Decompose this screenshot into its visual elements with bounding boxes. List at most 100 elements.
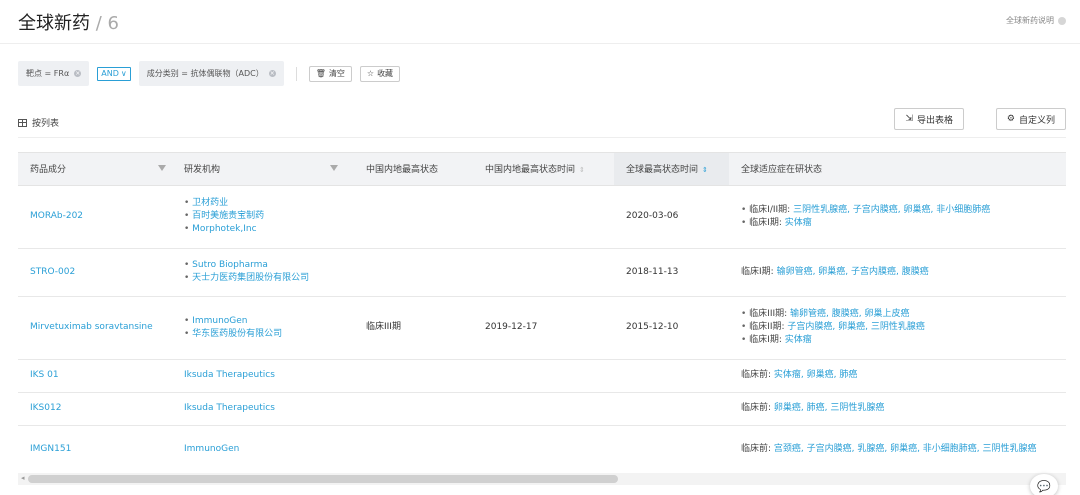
- sort-icon[interactable]: ⇕: [702, 166, 708, 174]
- cn-status-cell: [354, 425, 473, 474]
- star-icon: ☆: [366, 69, 375, 78]
- clear-button[interactable]: 🗑 清空: [308, 65, 352, 82]
- drug-link[interactable]: IKS012: [18, 392, 172, 426]
- remove-filter-icon[interactable]: ×: [268, 70, 276, 77]
- logic-select[interactable]: AND ∨: [97, 66, 131, 81]
- table-row: MORAb-202 卫材药业 百时美施贵宝制药 Morphotek,Inc 20…: [18, 185, 1066, 249]
- drug-link[interactable]: STRO-002: [18, 248, 172, 297]
- cn-date-cell: [473, 392, 614, 426]
- org-link[interactable]: 天士力医药集团股份有限公司: [184, 272, 342, 285]
- stage-label: 临床前:: [741, 403, 772, 413]
- cn-status-cell: [354, 392, 473, 426]
- indication-link[interactable]: 输卵管癌, 腹膜癌, 卵巢上皮癌: [790, 309, 909, 319]
- stage-label: 临床I/II期:: [749, 204, 791, 215]
- scroll-left-icon[interactable]: ◂: [21, 474, 25, 482]
- indication-link[interactable]: 卵巢癌, 肺癌, 三阴性乳腺癌: [774, 403, 884, 413]
- column-header-org[interactable]: 研发机构: [172, 153, 354, 186]
- global-date-cell: [614, 392, 729, 426]
- indication-link[interactable]: 实体瘤, 卵巢癌, 肺癌: [774, 370, 857, 380]
- save-button[interactable]: ☆ 收藏: [359, 65, 401, 82]
- help-link[interactable]: 全球新药说明: [1006, 15, 1066, 26]
- sort-icon[interactable]: ⇕: [579, 166, 585, 174]
- export-label: 导出表格: [916, 115, 953, 126]
- save-label: 收藏: [377, 69, 394, 78]
- help-icon: [1058, 16, 1066, 25]
- filter-icon[interactable]: [158, 165, 166, 171]
- column-header-drug[interactable]: 药品成分: [18, 153, 172, 186]
- cn-date-cell: [473, 425, 614, 474]
- title-separator: /: [95, 13, 102, 34]
- drug-link[interactable]: Mirvetuximab soravtansine: [18, 296, 172, 360]
- indication-link[interactable]: 子宫内膜癌, 卵巢癌, 三阴性乳腺癌: [787, 322, 924, 332]
- cn-date-cell: 2019-12-17: [473, 296, 614, 360]
- export-button[interactable]: ⇲ 导出表格: [894, 108, 964, 130]
- logic-label: AND: [101, 69, 119, 78]
- org-link[interactable]: 华东医药股份有限公司: [184, 328, 342, 341]
- export-icon: ⇲: [905, 114, 913, 124]
- org-cell: Sutro Biopharma 天士力医药集团股份有限公司: [172, 248, 354, 297]
- custom-columns-label: 自定义列: [1018, 115, 1055, 126]
- table-row: IKS012 Iksuda Therapeutics 临床前: 卵巢癌, 肺癌,…: [18, 392, 1066, 426]
- cn-status-cell: [354, 185, 473, 249]
- chat-button[interactable]: 💬: [1030, 474, 1058, 495]
- indication-link[interactable]: 实体瘤: [785, 335, 812, 345]
- filter-chip-label: 靶点 = FRα: [26, 69, 70, 78]
- clear-label: 清空: [328, 69, 345, 78]
- indication-link[interactable]: 输卵管癌, 卵巢癌, 子宫内膜癌, 腹膜癌: [777, 267, 929, 277]
- gear-icon: ⚙: [1006, 114, 1015, 124]
- table-row: STRO-002 Sutro Biopharma 天士力医药集团股份有限公司 2…: [18, 248, 1066, 297]
- chevron-down-icon: ∨: [120, 69, 127, 78]
- remove-filter-icon[interactable]: ×: [74, 70, 82, 77]
- column-label: 研发机构: [184, 165, 221, 176]
- org-link[interactable]: ImmunoGen: [172, 425, 354, 474]
- stage-label: 临床III期:: [749, 309, 788, 319]
- custom-columns-button[interactable]: ⚙ 自定义列: [995, 108, 1066, 130]
- chat-icon: 💬: [1037, 479, 1051, 493]
- drug-link[interactable]: MORAb-202: [18, 185, 172, 249]
- column-header-global-date[interactable]: 全球最高状态时间 ⇕: [614, 153, 729, 186]
- results-table: 药品成分 研发机构 中国内地最高状态 中国内地最高状态时间 ⇕ 全球最高状态时间 ⇕…: [18, 152, 1066, 486]
- table-row: IKS 01 Iksuda Therapeutics 临床前: 实体瘤, 卵巢癌…: [18, 359, 1066, 393]
- global-date-cell: 2018-11-13: [614, 248, 729, 297]
- org-link[interactable]: Sutro Biopharma: [184, 259, 342, 272]
- indications-cell: 临床前: 实体瘤, 卵巢癌, 肺癌: [729, 359, 1066, 393]
- table-row: Mirvetuximab soravtansine ImmunoGen 华东医药…: [18, 296, 1066, 360]
- indications-cell: 临床I期: 输卵管癌, 卵巢癌, 子宫内膜癌, 腹膜癌: [729, 248, 1066, 297]
- indication-link[interactable]: 实体瘤: [785, 218, 812, 228]
- org-link[interactable]: ImmunoGen: [184, 315, 342, 328]
- column-label: 全球最高状态时间: [626, 165, 699, 176]
- filter-chip-class[interactable]: 成分类别 = 抗体偶联物（ADC） ×: [138, 61, 284, 86]
- view-toggle[interactable]: 按列表: [18, 116, 59, 129]
- column-header-cn-date[interactable]: 中国内地最高状态时间 ⇕: [473, 153, 614, 186]
- column-label: 中国内地最高状态: [366, 165, 439, 176]
- column-label: 全球适应症在研状态: [741, 165, 823, 176]
- column-header-cn-status[interactable]: 中国内地最高状态: [354, 153, 473, 186]
- stage-label: 临床前:: [741, 370, 772, 380]
- indication-link[interactable]: 三阴性乳腺癌, 子宫内膜癌, 卵巢癌, 非小细胞肺癌: [793, 205, 990, 215]
- org-link[interactable]: 百时美施贵宝制药: [184, 210, 342, 223]
- filter-chip-target[interactable]: 靶点 = FRα ×: [18, 61, 90, 86]
- indications-cell: 临床III期: 输卵管癌, 腹膜癌, 卵巢上皮癌 临床II期: 子宫内膜癌, 卵…: [729, 296, 1066, 360]
- org-link[interactable]: Iksuda Therapeutics: [172, 359, 354, 393]
- filter-bar: 靶点 = FRα × AND ∨ 成分类别 = 抗体偶联物（ADC） × 🗑 清…: [18, 61, 401, 86]
- global-date-cell: [614, 359, 729, 393]
- indication-link[interactable]: 宫颈癌, 子宫内膜癌, 乳腺癌, 卵巢癌, 非小细胞肺癌, 三阴性乳腺癌: [774, 444, 1037, 454]
- scrollbar-thumb[interactable]: [28, 475, 618, 483]
- drug-link[interactable]: IMGN151: [18, 425, 172, 474]
- stage-label: 临床I期:: [741, 266, 774, 277]
- org-link[interactable]: Morphotek,Inc: [184, 223, 342, 236]
- org-link[interactable]: 卫材药业: [184, 197, 342, 210]
- column-label: 药品成分: [30, 165, 67, 176]
- cn-date-cell: [473, 359, 614, 393]
- indications-cell: 临床I/II期: 三阴性乳腺癌, 子宫内膜癌, 卵巢癌, 非小细胞肺癌 临床I期…: [729, 185, 1066, 249]
- global-date-cell: [614, 425, 729, 474]
- org-link[interactable]: Iksuda Therapeutics: [172, 392, 354, 426]
- column-header-indications[interactable]: 全球适应症在研状态: [729, 153, 1066, 186]
- horizontal-scrollbar[interactable]: ◂: [18, 473, 1066, 485]
- filter-icon[interactable]: [330, 165, 338, 171]
- table-header-row: 药品成分 研发机构 中国内地最高状态 中国内地最高状态时间 ⇕ 全球最高状态时间 ⇕…: [18, 153, 1066, 186]
- stage-label: 临床I期:: [749, 217, 782, 228]
- view-label: 按列表: [32, 119, 60, 129]
- drug-link[interactable]: IKS 01: [18, 359, 172, 393]
- org-cell: ImmunoGen 华东医药股份有限公司: [172, 296, 354, 360]
